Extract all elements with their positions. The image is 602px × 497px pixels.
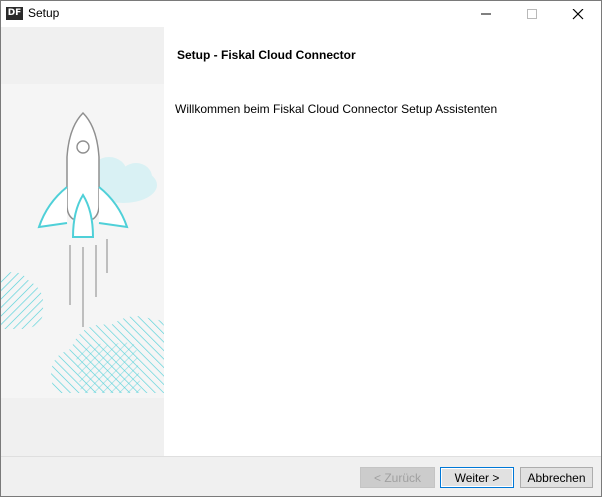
title-bar[interactable]: DF Setup	[1, 1, 601, 27]
window-title: Setup	[28, 6, 60, 20]
wizard-side-image	[1, 27, 164, 456]
back-button[interactable]: < Zurück	[360, 467, 435, 488]
next-button[interactable]: Weiter >	[440, 467, 514, 488]
maximize-button[interactable]	[509, 1, 555, 27]
rocket-illustration	[1, 84, 164, 398]
close-icon	[572, 9, 584, 20]
wizard-content: Setup - Fiskal Cloud Connector Willkomme…	[164, 27, 601, 456]
page-title: Setup - Fiskal Cloud Connector	[177, 48, 356, 62]
close-button[interactable]	[555, 1, 601, 27]
app-logo-icon: DF	[6, 7, 23, 20]
maximize-icon	[527, 9, 537, 19]
wizard-footer: < Zurück Weiter > Abbrechen	[1, 456, 601, 496]
minimize-button[interactable]	[463, 1, 509, 27]
cancel-button[interactable]: Abbrechen	[520, 467, 593, 488]
welcome-text: Willkommen beim Fiskal Cloud Connector S…	[175, 102, 498, 116]
minimize-icon	[481, 13, 491, 15]
setup-window: DF Setup Setup - Fiskal Cloud Connector …	[0, 0, 602, 497]
